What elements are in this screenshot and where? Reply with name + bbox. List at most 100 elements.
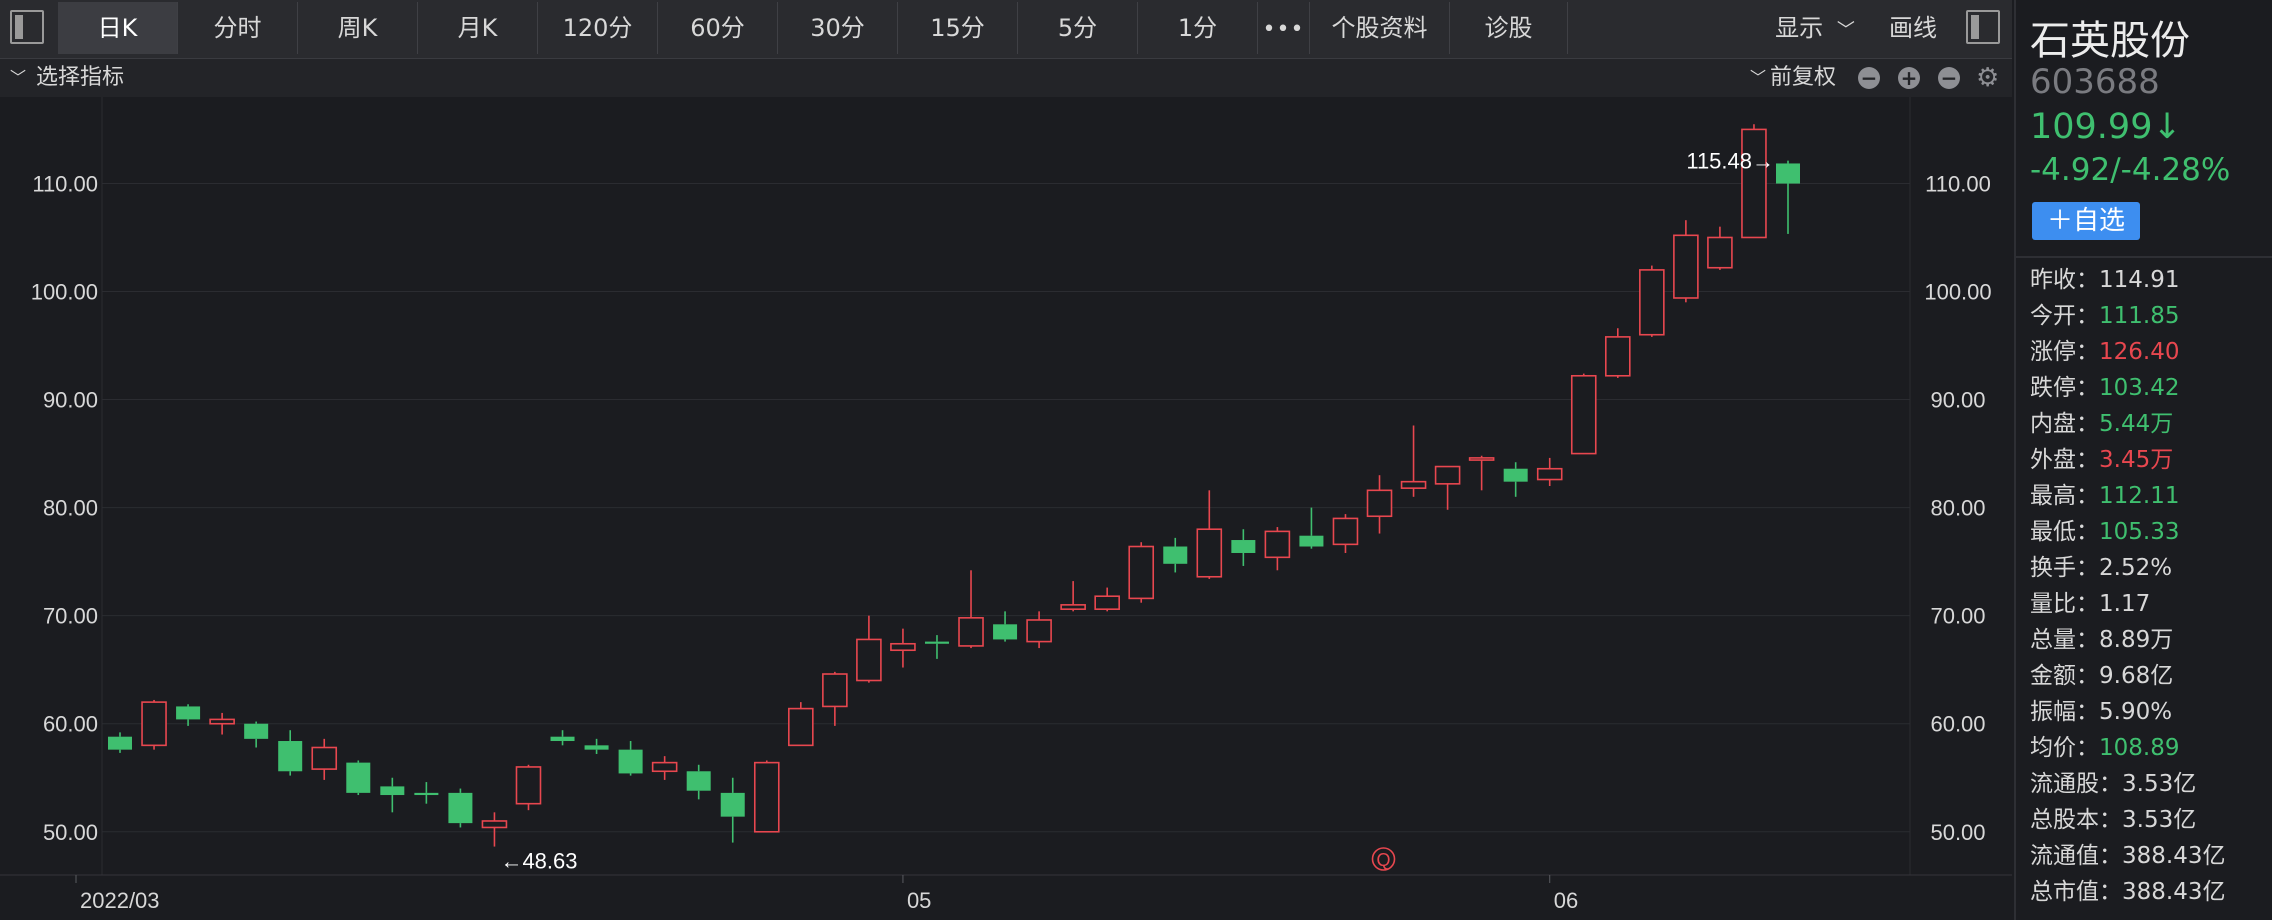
candle-body — [1366, 489, 1393, 518]
stat-value: 108.89 — [2099, 735, 2180, 761]
y-tick-label: 50.00 — [43, 820, 98, 845]
candlestick-chart[interactable]: 50.00 60.00 70.00 80.00 90.00 100.00 110.00 50… — [0, 97, 2012, 920]
stat-label: 涨停： — [2030, 339, 2099, 365]
stat-label: 总股本： — [2030, 807, 2122, 833]
stat-value: 388.43亿 — [2122, 843, 2226, 869]
stat-value: 5.90% — [2099, 699, 2173, 725]
candle-body — [1776, 163, 1800, 184]
settings-gear-icon[interactable]: ⚙ — [1976, 63, 1999, 93]
candle-body — [1026, 619, 1052, 643]
tab-15min[interactable]: 15分 — [898, 2, 1018, 54]
stat-value: 112.11 — [2099, 483, 2180, 509]
stat-label: 量比： — [2030, 591, 2099, 617]
candle-body — [753, 761, 780, 833]
zoom-in-icon[interactable]: + — [1898, 67, 1920, 89]
candle-body — [515, 766, 542, 805]
candle-body — [311, 746, 338, 770]
draw-line-button[interactable]: 画线 — [1870, 2, 1956, 54]
candle-body — [1673, 234, 1699, 299]
tab-30min[interactable]: 30分 — [778, 2, 898, 54]
indicator-bar: ﹀ 选择指标 ﹀ 前复权 − + − ⚙ — [0, 59, 2012, 97]
candle-body — [1060, 604, 1086, 610]
candle-body — [1707, 236, 1733, 269]
tab-day-k[interactable]: 日K — [58, 2, 178, 54]
stat-value: 9.68亿 — [2099, 663, 2174, 689]
candle-body — [1231, 540, 1256, 553]
tab-1min[interactable]: 1分 — [1138, 2, 1258, 54]
candle-body — [380, 786, 405, 796]
zoom-out-icon[interactable]: − — [1858, 67, 1880, 89]
y-tick-label: 60.00 — [43, 712, 98, 737]
period-toolbar: 日K 分时 周K 月K 120分 60分 30分 15分 5分 1分 ••• 个… — [0, 0, 2012, 59]
candle-body — [856, 638, 882, 682]
candle-body — [550, 736, 575, 742]
more-tabs-button[interactable]: ••• — [1258, 2, 1310, 54]
stat-label: 最低： — [2030, 519, 2099, 545]
left-panel-toggle-icon[interactable] — [10, 10, 44, 44]
candle-body — [414, 792, 439, 796]
candle — [141, 699, 167, 750]
tab-month-k[interactable]: 月K — [418, 2, 538, 54]
stat-label: 流通股： — [2030, 771, 2122, 797]
candle-body — [1434, 465, 1461, 485]
stock-code: 603688 — [2030, 62, 2160, 102]
y-tick-label: 90.00 — [1930, 388, 1985, 413]
candle — [788, 702, 814, 747]
y-tick-label: 50.00 — [1930, 820, 1985, 845]
candle-body — [1468, 457, 1495, 461]
display-label: 显示 — [1775, 14, 1824, 42]
tab-intraday[interactable]: 分时 — [178, 2, 298, 54]
candle-body — [448, 792, 473, 824]
candle-body — [1536, 467, 1563, 481]
stat-value: 2.52% — [2099, 555, 2173, 581]
minimize-icon[interactable]: − — [1938, 67, 1960, 89]
candle-body — [1570, 374, 1597, 455]
display-dropdown[interactable]: 显示 ﹀ — [1760, 2, 1870, 54]
tab-120min[interactable]: 120分 — [538, 2, 658, 54]
candle-body — [1400, 480, 1427, 489]
adjust-mode-dropdown[interactable]: 前复权 — [1770, 59, 1836, 97]
candle-body — [1094, 595, 1120, 610]
candle-body — [209, 718, 235, 725]
stat-row: 流通值：388.43亿 — [2030, 838, 2225, 874]
stat-row: 总市值：388.43亿 — [2030, 874, 2225, 910]
candle-body — [176, 706, 201, 720]
stat-label: 总市值： — [2030, 879, 2122, 905]
min-price-marker: ←48.63 — [500, 849, 577, 874]
stat-label: 最高： — [2030, 483, 2099, 509]
stat-row: 均价：108.89 — [2030, 730, 2225, 766]
candle-body — [958, 617, 984, 647]
candle — [448, 788, 473, 828]
stat-row: 振幅：5.90% — [2030, 694, 2225, 730]
stat-row: 总量：8.89万 — [2030, 622, 2225, 658]
tab-week-k[interactable]: 周K — [298, 2, 418, 54]
stat-label: 换手： — [2030, 555, 2099, 581]
candle-body — [584, 745, 609, 750]
stat-row: 总股本：3.53亿 — [2030, 802, 2225, 838]
candle-body — [1299, 535, 1324, 547]
candle-body — [1639, 269, 1665, 336]
y-tick-label: 80.00 — [43, 496, 98, 521]
tab-5min[interactable]: 5分 — [1018, 2, 1138, 54]
candle-body — [686, 771, 711, 791]
stock-profile-button[interactable]: 个股资料 — [1310, 2, 1450, 54]
stat-label: 流通值： — [2030, 843, 2122, 869]
add-watchlist-button[interactable]: ＋自选 — [2032, 202, 2140, 240]
stock-name: 石英股份 — [2030, 18, 2190, 64]
max-price-marker: 115.48→ — [1686, 149, 1774, 174]
stat-row: 今开：111.85 — [2030, 298, 2225, 334]
x-tick-label: 05 — [907, 888, 931, 913]
stat-row: 最低：105.33 — [2030, 514, 2225, 550]
y-tick-label: 100.00 — [1924, 280, 1991, 305]
stat-label: 内盘： — [2030, 411, 2099, 437]
candle — [753, 760, 780, 833]
select-indicator-button[interactable]: 选择指标 — [36, 59, 124, 97]
candle-body — [278, 741, 303, 772]
candle — [1639, 265, 1665, 337]
stat-value: 3.45万 — [2099, 447, 2174, 473]
right-panel-toggle-icon[interactable] — [1966, 10, 2000, 44]
candle — [1570, 373, 1597, 455]
tab-60min[interactable]: 60分 — [658, 2, 778, 54]
stat-row: 换手：2.52% — [2030, 550, 2225, 586]
diagnose-button[interactable]: 诊股 — [1450, 2, 1568, 54]
